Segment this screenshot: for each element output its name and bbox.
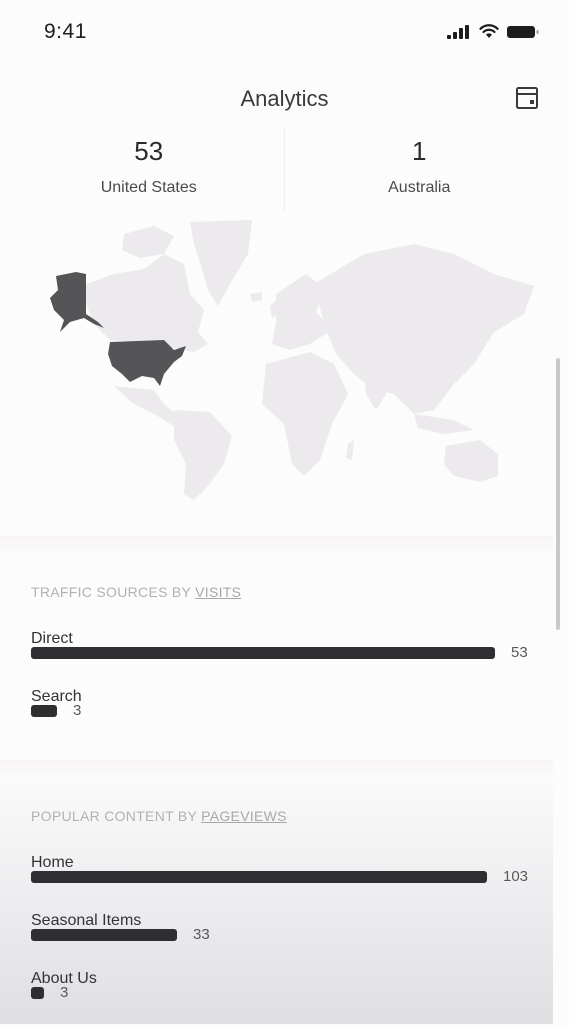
app-header: Analytics bbox=[0, 70, 569, 126]
bar-value: 3 bbox=[60, 984, 69, 1001]
map-region-asia[interactable] bbox=[314, 244, 534, 414]
map-region-africa[interactable] bbox=[262, 352, 348, 476]
section-title: TRAFFIC SOURCES BY VISITS bbox=[31, 584, 241, 600]
stat-label: United States bbox=[100, 179, 197, 196]
bar-row[interactable]: Search 3 bbox=[31, 688, 541, 746]
signal-icon bbox=[447, 24, 469, 39]
map-region-australia[interactable] bbox=[444, 440, 498, 482]
map-region-arctic-islands[interactable] bbox=[122, 226, 174, 258]
bar-value: 33 bbox=[193, 926, 210, 943]
bar-row[interactable]: Seasonal Items 33 bbox=[31, 912, 541, 970]
bar-label: Home bbox=[31, 854, 74, 871]
bar-value: 53 bbox=[511, 644, 528, 661]
section-title-prefix: TRAFFIC SOURCES BY bbox=[31, 584, 196, 600]
bar-row[interactable]: About Us 3 bbox=[31, 970, 541, 1028]
stat-value: 1 bbox=[412, 136, 427, 166]
calendar-icon bbox=[516, 87, 538, 109]
map-region-madagascar[interactable] bbox=[346, 440, 354, 460]
traffic-sources-section: TRAFFIC SOURCES BY VISITS Direct 53 Search… bbox=[0, 550, 553, 760]
stat-value: 53 bbox=[134, 136, 164, 166]
section-divider bbox=[0, 760, 553, 774]
bar-row[interactable]: Direct 53 bbox=[31, 630, 541, 688]
bar-fill bbox=[31, 705, 57, 717]
stat-label: Australia bbox=[388, 179, 451, 196]
map-region-india[interactable] bbox=[364, 372, 388, 410]
bar-row[interactable]: Home 103 bbox=[31, 854, 541, 912]
bar-fill bbox=[31, 929, 177, 941]
bar-fill bbox=[31, 647, 495, 659]
status-bar: 9:41 bbox=[0, 0, 569, 66]
scrollbar[interactable] bbox=[556, 358, 560, 630]
section-title-prefix: POPULAR CONTENT BY bbox=[31, 808, 202, 824]
status-icons bbox=[447, 24, 539, 39]
bar-fill bbox=[31, 871, 487, 883]
bar-value: 3 bbox=[73, 702, 82, 719]
bar-label: Direct bbox=[31, 630, 73, 647]
world-map[interactable] bbox=[14, 214, 544, 514]
pageviews-metric-link[interactable]: PAGEVIEWS bbox=[201, 808, 287, 824]
wifi-icon bbox=[479, 24, 499, 38]
map-region-indonesia[interactable] bbox=[414, 414, 474, 434]
map-region-south-america[interactable] bbox=[174, 410, 232, 500]
bar-fill bbox=[31, 987, 44, 999]
section-divider bbox=[0, 536, 553, 550]
section-title: POPULAR CONTENT BY PAGEVIEWS bbox=[31, 808, 287, 824]
map-region-canada[interactable] bbox=[86, 254, 208, 352]
map-region-greenland[interactable] bbox=[190, 220, 252, 306]
stat-united-states[interactable]: 53 United States bbox=[14, 126, 284, 212]
status-time: 9:41 bbox=[44, 20, 87, 43]
page-title: Analytics bbox=[240, 86, 329, 111]
bar-value: 103 bbox=[503, 868, 529, 885]
date-range-button[interactable] bbox=[513, 84, 541, 112]
bar-label: Seasonal Items bbox=[31, 912, 142, 929]
battery-icon bbox=[507, 25, 539, 38]
map-region-iceland[interactable] bbox=[250, 292, 262, 302]
popular-content-section: POPULAR CONTENT BY PAGEVIEWS Home 103 Seas… bbox=[0, 774, 553, 1024]
stat-australia[interactable]: 1 Australia bbox=[283, 126, 555, 212]
visits-metric-link[interactable]: VISITS bbox=[195, 584, 241, 600]
country-stats: 53 United States 1 Australia bbox=[14, 126, 554, 212]
